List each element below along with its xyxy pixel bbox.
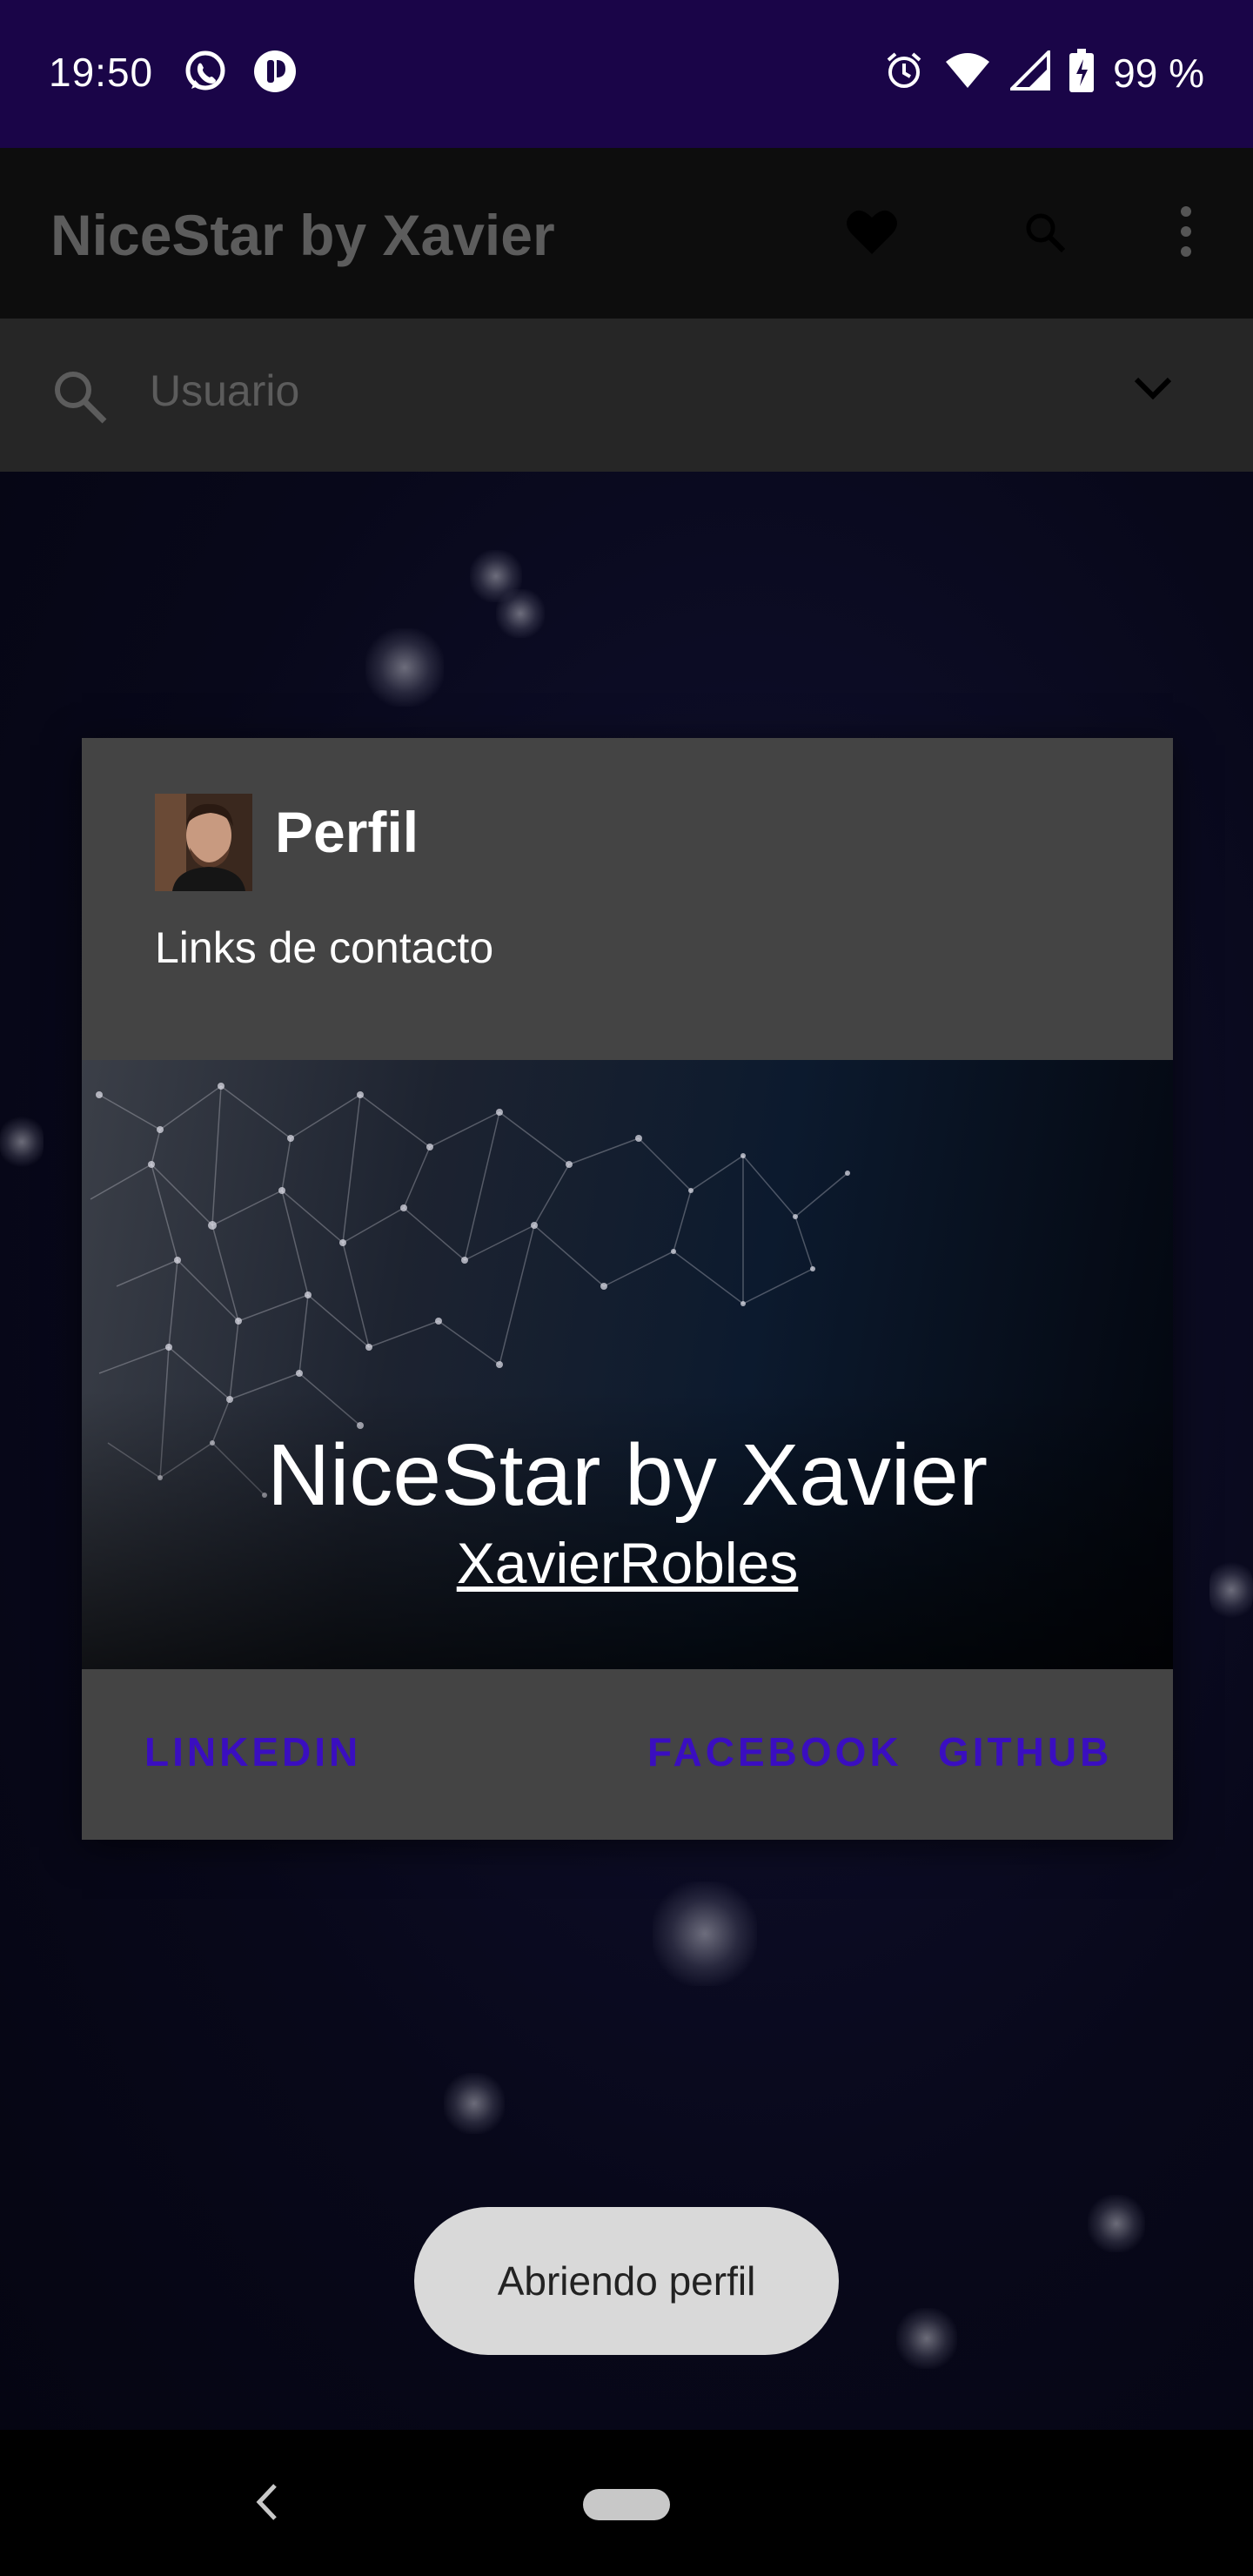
toast-message: Abriendo perfil: [414, 2207, 839, 2355]
linkedin-button[interactable]: LINKEDIN: [144, 1728, 361, 1775]
notification-icon: [252, 49, 298, 98]
dialog-title: Perfil: [275, 800, 419, 864]
chevron-down-icon[interactable]: [1133, 376, 1173, 406]
whatsapp-icon: [183, 49, 228, 98]
star: [0, 1116, 44, 1168]
star: [1088, 2195, 1145, 2252]
profile-dialog: Perfil Links de contacto NiceStar by Xav…: [82, 738, 1173, 1840]
profile-banner: NiceStar by Xavier XavierRobles: [82, 1060, 1173, 1669]
star: [365, 628, 444, 707]
status-bar: 19:50 99 %: [0, 0, 1253, 148]
avatar: [155, 794, 252, 891]
more-vert-icon[interactable]: [1180, 205, 1192, 262]
github-button[interactable]: GITHUB: [938, 1728, 1112, 1775]
dialog-subtitle: Links de contacto: [155, 923, 494, 972]
battery-percentage: 99 %: [1113, 50, 1204, 96]
wifi-icon: [944, 51, 991, 94]
facebook-button[interactable]: FACEBOOK: [647, 1728, 902, 1775]
star: [1209, 1560, 1253, 1620]
app-toolbar: NiceStar by Xavier: [0, 148, 1253, 319]
star: [444, 2073, 505, 2134]
dialog-actions: LINKEDIN FACEBOOK GITHUB: [82, 1669, 1173, 1840]
user-search-bar[interactable]: Usuario: [0, 319, 1253, 472]
status-time: 19:50: [49, 50, 154, 95]
profile-username-link[interactable]: XavierRobles: [82, 1530, 1173, 1596]
search-input[interactable]: Usuario: [150, 366, 299, 416]
navigation-bar: [0, 2430, 1253, 2576]
battery-charging-icon: [1069, 49, 1095, 97]
dialog-header: Perfil Links de contacto: [82, 738, 1173, 1060]
home-pill[interactable]: [583, 2489, 670, 2520]
star: [653, 1882, 757, 1986]
cell-signal-icon: [1008, 48, 1051, 95]
status-right-icons: 99 %: [883, 48, 1204, 97]
banner-app-name: NiceStar by Xavier: [266, 1426, 988, 1524]
search-icon[interactable]: [1023, 211, 1067, 258]
search-icon: [50, 367, 108, 429]
status-left-icons: [183, 49, 298, 98]
star: [896, 2308, 957, 2369]
star: [496, 589, 545, 638]
back-icon[interactable]: [254, 2482, 280, 2526]
app-title: NiceStar by Xavier: [50, 203, 555, 267]
alarm-icon: [883, 50, 925, 96]
heart-icon[interactable]: [846, 207, 898, 260]
